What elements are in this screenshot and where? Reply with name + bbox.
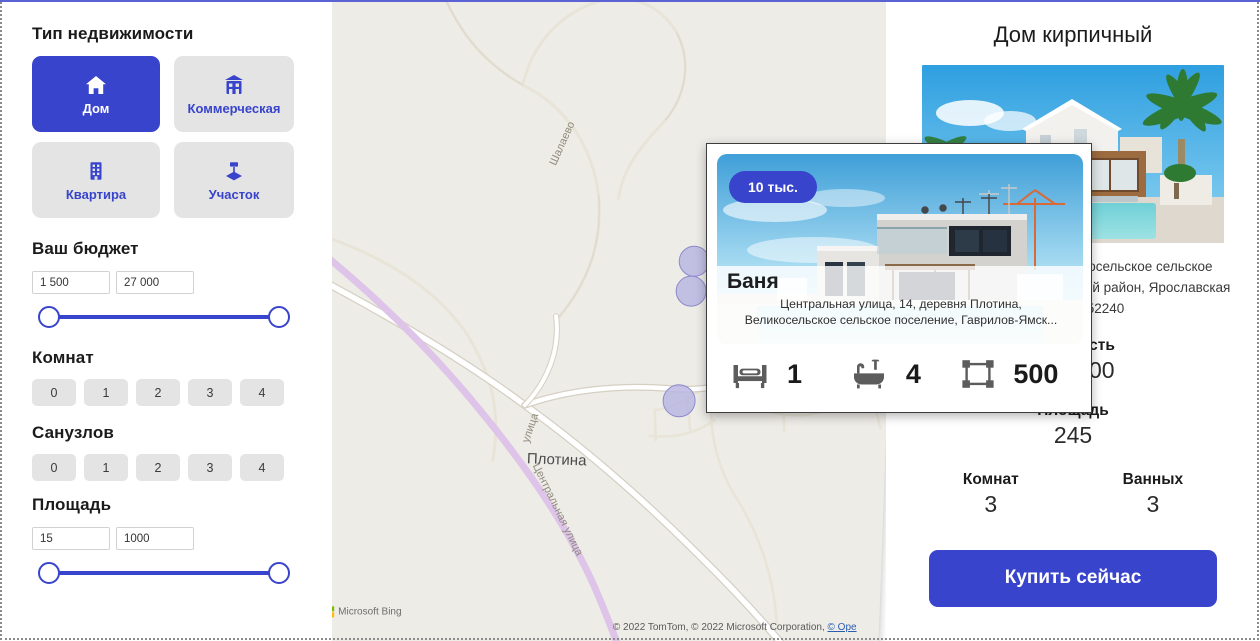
bathrooms-option-2[interactable]: 2: [136, 454, 180, 481]
area-slider-max-handle[interactable]: [268, 562, 290, 584]
area-square-icon: [962, 360, 994, 388]
budget-slider-min-handle[interactable]: [38, 306, 60, 328]
bathrooms-option-0[interactable]: 0: [32, 454, 76, 481]
area-range-inputs: [32, 527, 302, 550]
land-plot-icon: [226, 161, 242, 180]
popup-photo: 10 тыс. Баня Центральная улица, 14, дере…: [717, 154, 1083, 344]
popup-stat-bathrooms-value: 4: [905, 358, 921, 389]
budget-min-input[interactable]: [32, 271, 110, 294]
popup-property-name: Баня: [727, 270, 779, 293]
budget-slider-track: [48, 315, 278, 319]
detail-rooms-baths: Комнат 3 Ванных 3: [886, 471, 1260, 518]
property-type-commercial-button[interactable]: Коммерческая: [174, 56, 294, 132]
property-type-title: Тип недвижимости: [32, 24, 194, 43]
bathrooms-title: Санузлов: [32, 423, 114, 442]
rooms-options: 01234: [32, 379, 302, 406]
popup-stats-row: 1 4 500: [717, 344, 1081, 404]
budget-slider[interactable]: [32, 302, 294, 332]
rooms-option-1[interactable]: 1: [84, 379, 128, 406]
property-type-land-label: Участок: [208, 186, 260, 202]
bathrooms-option-4[interactable]: 4: [240, 454, 284, 481]
bing-logo-text: Microsoft Bing: [338, 606, 402, 618]
popup-address-line-2: Великосельское сельское поселение, Гаври…: [744, 313, 1058, 328]
budget-title: Ваш бюджет: [32, 239, 139, 258]
bathrooms-option-1[interactable]: 1: [84, 454, 128, 481]
area-slider[interactable]: [32, 558, 294, 588]
popup-stat-area-value: 500: [1013, 358, 1059, 389]
detail-rooms-value: 3: [984, 490, 998, 517]
popup-text-overlay: Баня Центральная улица, 14, деревня Плот…: [717, 266, 1083, 344]
map-attribution-text: © 2022 TomTom, © 2022 Microsoft Corporat…: [613, 622, 828, 634]
bing-logo: Microsoft Bing: [323, 606, 402, 618]
commercial-building-icon: [225, 74, 243, 94]
budget-max-input[interactable]: [116, 271, 194, 294]
popup-stat-area: 500: [961, 359, 1071, 390]
buy-now-button[interactable]: Купить сейчас: [929, 549, 1217, 607]
detail-title: Дом кирпичный: [993, 22, 1153, 47]
rooms-option-2[interactable]: 2: [136, 379, 180, 406]
property-type-commercial-label: Коммерческая: [187, 100, 281, 116]
rooms-title: Комнат: [32, 348, 94, 367]
map-attribution: © 2022 TomTom, © 2022 Microsoft Corporat…: [613, 622, 857, 633]
top-accent-rule: [0, 0, 1260, 2]
property-type-land-button[interactable]: Участок: [174, 142, 294, 218]
detail-rooms-label: Комнат: [962, 470, 1019, 488]
popup-address-line-1: Центральная улица, 14, деревня Плотина,: [780, 297, 1022, 311]
bathrooms-option-3[interactable]: 3: [188, 454, 232, 481]
detail-baths-block: Ванных 3: [1123, 471, 1183, 518]
property-type-apartment-label: Квартира: [65, 186, 127, 202]
property-type-house-label: Дом: [82, 100, 110, 116]
area-slider-track: [48, 571, 278, 575]
popup-stat-bedrooms-value: 1: [787, 358, 803, 389]
bed-icon: [733, 365, 767, 389]
bathtub-icon: [853, 359, 884, 389]
rooms-option-3[interactable]: 3: [188, 379, 232, 406]
bathrooms-options: 01234: [32, 454, 302, 481]
budget-range-inputs: [32, 271, 302, 294]
detail-baths-label: Ванных: [1122, 470, 1184, 488]
area-min-input[interactable]: [32, 527, 110, 550]
app-root: Плотина улица Центральная улица Шалаево …: [0, 0, 1260, 641]
map-property-popup[interactable]: 10 тыс. Баня Центральная улица, 14, дере…: [706, 143, 1092, 413]
detail-area-value: 245: [1053, 421, 1093, 448]
property-type-apartment-button[interactable]: Квартира: [32, 142, 160, 218]
house-icon: [86, 75, 106, 94]
popup-stat-bathrooms: 4: [850, 359, 961, 390]
popup-stat-bedrooms: 1: [731, 359, 850, 390]
filters-sidebar: Тип недвижимости Дом Коммерческая Кварти…: [0, 0, 332, 641]
popup-price-badge: 10 тыс.: [729, 171, 817, 203]
area-title: Площадь: [32, 495, 112, 514]
detail-baths-value: 3: [1146, 490, 1160, 517]
property-type-house-button[interactable]: Дом: [32, 56, 160, 132]
apartment-icon: [90, 161, 102, 180]
map-attribution-link[interactable]: © Ope: [828, 622, 857, 633]
map-pin: [675, 275, 707, 307]
rooms-option-0[interactable]: 0: [32, 379, 76, 406]
budget-slider-max-handle[interactable]: [268, 306, 290, 328]
popup-property-address: Центральная улица, 14, деревня Плотина, …: [727, 296, 1075, 329]
area-max-input[interactable]: [116, 527, 194, 550]
property-type-options: Дом Коммерческая Квартира Участок: [32, 56, 302, 218]
map-pin: [662, 384, 696, 418]
rooms-option-4[interactable]: 4: [240, 379, 284, 406]
detail-rooms-block: Комнат 3: [963, 471, 1019, 518]
area-slider-min-handle[interactable]: [38, 562, 60, 584]
